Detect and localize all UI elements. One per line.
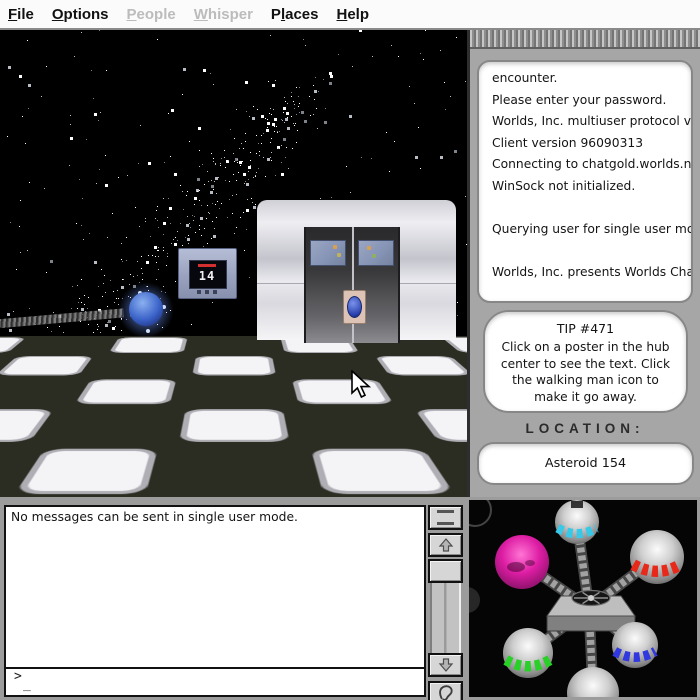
floor-tile xyxy=(414,409,467,442)
ear-icon xyxy=(438,684,454,700)
side-panel: encounter.Please enter your password.Wor… xyxy=(467,30,700,497)
text-cursor: _ xyxy=(23,677,31,692)
tip-box: TIP #471 Click on a poster in the hub ce… xyxy=(483,310,688,413)
chat-input[interactable]: > _ xyxy=(6,669,424,695)
console-line: Client version 96090313 xyxy=(492,133,687,155)
avatar-sphere[interactable] xyxy=(118,282,174,338)
floor-tile xyxy=(14,449,157,494)
bars-icon xyxy=(437,510,454,525)
sign-red-indicator xyxy=(198,264,216,267)
console-line: encounter. xyxy=(492,68,687,90)
avatar-ball xyxy=(129,292,163,326)
arrow-up-icon xyxy=(438,537,454,553)
level-number: 14 xyxy=(190,269,224,283)
window-speck xyxy=(367,246,371,250)
console-line xyxy=(492,198,687,220)
chat-message: No messages can be sent in single user m… xyxy=(11,510,298,524)
arrow-down-icon xyxy=(438,657,454,673)
station-map xyxy=(469,500,697,697)
menu-help[interactable]: Help xyxy=(336,6,369,23)
menu-people: People xyxy=(127,6,176,23)
door-window xyxy=(310,240,346,266)
door-button-plate[interactable] xyxy=(343,290,366,324)
floor-tile xyxy=(310,449,453,494)
location-label: LOCATION: xyxy=(470,421,700,436)
menu-file[interactable]: File xyxy=(8,6,34,23)
chat-log: No messages can be sent in single user m… xyxy=(6,507,424,667)
console-line: Worlds, Inc. multiuser protocol version … xyxy=(492,111,687,133)
menu-options[interactable]: Options xyxy=(52,6,109,23)
window-speck xyxy=(333,245,337,249)
chat-scrollbar xyxy=(428,505,463,697)
floor-tile xyxy=(192,356,276,375)
worlds-chat-window: File Options People Whisper Places Help 14 xyxy=(0,0,700,700)
floor-tile xyxy=(0,337,26,353)
floor-tile xyxy=(0,409,53,442)
floor-tile xyxy=(74,379,176,404)
tip-body: Click on a poster in the hub center to s… xyxy=(497,339,674,405)
tip-title: TIP #471 xyxy=(497,321,674,336)
scroll-thumb[interactable] xyxy=(428,559,463,583)
floor-tile xyxy=(178,409,288,442)
window-speck xyxy=(337,253,341,257)
floor-plane xyxy=(0,336,467,497)
panel-grip-texture xyxy=(470,30,700,49)
location-value: Asteroid 154 xyxy=(545,456,626,471)
door-button[interactable] xyxy=(347,296,362,318)
console-lines: encounter.Please enter your password.Wor… xyxy=(492,68,687,284)
sign-dot xyxy=(213,290,217,294)
status-console: encounter.Please enter your password.Wor… xyxy=(477,60,693,303)
console-line: Worlds, Inc. presents Worlds Chat(tm) Go… xyxy=(492,262,687,284)
door-window xyxy=(358,240,394,266)
walkway-edge xyxy=(0,308,124,328)
location-value-box: Asteroid 154 xyxy=(477,442,694,485)
chat-prompt: > xyxy=(14,669,22,684)
mouse-cursor-icon xyxy=(350,370,372,400)
level-sign[interactable]: 14 xyxy=(178,248,237,299)
scroll-top-button[interactable] xyxy=(428,505,463,530)
chat-area: No messages can be sent in single user m… xyxy=(0,497,467,700)
floor-tile xyxy=(0,356,93,375)
3d-viewport[interactable]: 14 xyxy=(0,30,467,497)
console-line: Please enter your password. xyxy=(492,90,687,112)
scroll-up-button[interactable] xyxy=(428,533,463,557)
station-map-panel xyxy=(467,497,700,700)
hear-button[interactable] xyxy=(428,681,463,700)
checkered-floor xyxy=(0,336,467,497)
window-speck xyxy=(372,254,376,258)
chat-frame: No messages can be sent in single user m… xyxy=(4,505,426,697)
menu-whisper: Whisper xyxy=(194,6,253,23)
floor-tile xyxy=(374,356,467,375)
door-seam xyxy=(352,227,354,343)
starfield-band xyxy=(0,30,1,31)
sign-dot xyxy=(197,290,201,294)
scroll-down-button[interactable] xyxy=(428,653,463,677)
sign-dot xyxy=(205,290,209,294)
floor-tile xyxy=(291,379,393,404)
scroll-track[interactable] xyxy=(430,583,461,653)
elevator-doors[interactable] xyxy=(304,227,400,343)
menu-places[interactable]: Places xyxy=(271,6,319,23)
menu-bar: File Options People Whisper Places Help xyxy=(0,0,700,30)
floor-tile xyxy=(108,337,187,353)
station-hub-graphic xyxy=(469,500,697,697)
level-sign-screen: 14 xyxy=(189,260,227,289)
console-line xyxy=(492,241,687,263)
console-line: Querying user for single user mode. xyxy=(492,219,687,241)
elevator[interactable] xyxy=(257,200,456,340)
console-line: WinSock not initialized. xyxy=(492,176,687,198)
console-line: Connecting to chatgold.worlds.net : 5150… xyxy=(492,154,687,176)
